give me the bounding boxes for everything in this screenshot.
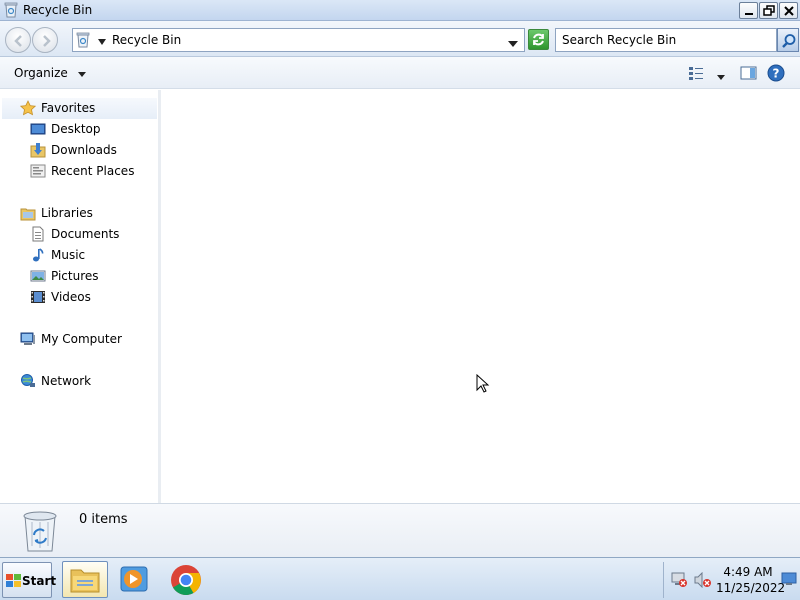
back-arrow-icon: [14, 35, 22, 47]
search-icon: [782, 34, 796, 48]
start-label: Start: [22, 574, 57, 588]
forward-button[interactable]: [32, 27, 58, 53]
restore-button[interactable]: [759, 2, 778, 19]
back-button[interactable]: [5, 27, 31, 53]
minimize-icon: [745, 13, 753, 15]
star-icon: [19, 100, 37, 116]
search-button[interactable]: [777, 28, 799, 52]
nav-item-label: Downloads: [51, 143, 117, 157]
desktop-icon: [30, 121, 46, 137]
documents-icon: [30, 226, 46, 242]
preview-pane-icon: [740, 66, 757, 80]
close-button[interactable]: [779, 2, 798, 19]
view-details-icon: [689, 67, 703, 80]
start-button[interactable]: Start: [2, 562, 56, 598]
system-tray: 4:49 AM 11/25/2022: [663, 562, 800, 598]
preview-pane-button[interactable]: [740, 65, 757, 81]
file-list-area[interactable]: [161, 90, 800, 503]
nav-network-label: Network: [41, 374, 92, 388]
network-icon: [20, 373, 36, 389]
mouse-cursor-icon: [476, 373, 490, 397]
nav-item-label: Documents: [51, 227, 120, 241]
forward-arrow-icon: [43, 35, 51, 47]
pictures-icon: [30, 268, 46, 284]
taskbar: Start 4:49 AM 11/25/2022: [0, 557, 800, 600]
nav-item-label: Desktop: [51, 122, 101, 136]
volume-muted-icon[interactable]: [694, 571, 712, 591]
search-input[interactable]: [556, 29, 776, 51]
address-bar[interactable]: Recycle Bin: [72, 28, 525, 52]
nav-item-label: Pictures: [51, 269, 99, 283]
details-pane: 0 items: [0, 503, 800, 557]
refresh-button[interactable]: [528, 29, 549, 50]
music-icon: [30, 247, 46, 263]
nav-item-label: Music: [51, 248, 86, 262]
window-title: Recycle Bin: [23, 3, 93, 17]
clock-date[interactable]: 11/25/2022: [716, 581, 785, 595]
nav-item-label: Videos: [51, 290, 91, 304]
windows-logo-icon: [6, 574, 21, 591]
nav-item-label: Recent Places: [51, 164, 135, 178]
libraries-icon: [20, 205, 36, 221]
command-bar: Organize ?: [0, 57, 800, 89]
videos-icon: [30, 289, 46, 305]
media-player-icon: [120, 566, 148, 592]
taskbar-chrome[interactable]: [163, 561, 209, 598]
breadcrumb-arrow-icon[interactable]: [98, 35, 106, 49]
help-icon: ?: [767, 64, 785, 82]
address-dropdown-icon[interactable]: [508, 37, 518, 51]
item-count: 0 items: [79, 512, 128, 527]
computer-icon: [20, 331, 36, 347]
organize-button[interactable]: Organize: [8, 64, 92, 82]
restore-icon: [763, 5, 775, 16]
recycle-bin-icon: [20, 508, 60, 554]
nav-my-computer-label: My Computer: [41, 332, 122, 346]
chrome-icon: [171, 565, 201, 596]
recent-places-icon: [30, 163, 46, 179]
network-status-icon[interactable]: [670, 572, 688, 591]
show-desktop-icon[interactable]: [781, 572, 797, 589]
view-options-dropdown[interactable]: [717, 70, 725, 84]
recycle-bin-icon: [4, 2, 18, 18]
taskbar-windows-explorer[interactable]: [62, 561, 108, 598]
organize-label: Organize: [14, 66, 68, 80]
clock-time[interactable]: 4:49 AM: [716, 565, 780, 579]
recycle-bin-icon: [76, 32, 90, 48]
breadcrumb-location[interactable]: Recycle Bin: [112, 33, 181, 47]
svg-text:?: ?: [773, 67, 780, 81]
minimize-button[interactable]: [739, 2, 758, 19]
change-view-button[interactable]: [688, 65, 704, 81]
chevron-down-icon: [717, 75, 725, 80]
chevron-down-icon: [77, 65, 86, 83]
close-icon: [784, 6, 794, 16]
nav-libraries-label: Libraries: [41, 206, 93, 220]
windows-explorer-icon: [70, 569, 100, 593]
refresh-icon: [533, 33, 544, 46]
downloads-icon: [30, 142, 46, 158]
nav-favorites-label: Favorites: [41, 101, 96, 115]
title-bar[interactable]: Recycle Bin: [0, 0, 800, 21]
address-row: Recycle Bin: [0, 21, 800, 57]
search-box[interactable]: [555, 28, 777, 52]
help-button[interactable]: ?: [767, 64, 785, 82]
taskbar-media-player[interactable]: [113, 561, 159, 598]
